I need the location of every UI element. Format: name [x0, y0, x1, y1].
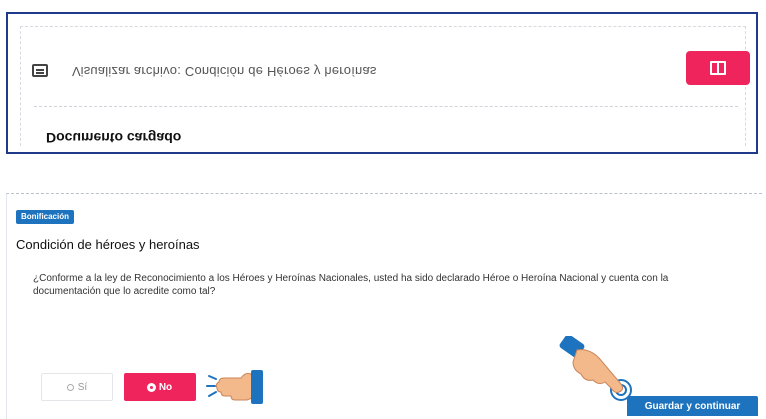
pointing-hand-icon: [206, 370, 263, 404]
bonificacion-panel: [6, 193, 762, 419]
file-icon: [32, 64, 48, 77]
tapping-hand-icon: [559, 336, 632, 401]
document-card-inner: [20, 26, 746, 146]
section-badge: Bonificación: [16, 210, 75, 224]
view-document-button[interactable]: [686, 51, 750, 85]
radio-label-no: No: [158, 381, 173, 393]
radio-option-no[interactable]: No: [124, 373, 196, 401]
radio-empty-icon: [66, 383, 74, 391]
save-continue-button[interactable]: Guardar y continuar: [627, 396, 758, 416]
document-card: Visualizar archivo: Condición de Héroes …: [6, 12, 758, 154]
section-title: Condición de héroes y heroínas: [16, 237, 200, 252]
radio-selected-icon: [147, 383, 155, 391]
book-icon: [710, 61, 726, 75]
question-text: ¿Conforme a la ley de Reconocimiento a l…: [33, 273, 669, 297]
radio-label-si: Sí: [77, 381, 88, 393]
document-title: Documento cargado: [46, 130, 182, 146]
radio-option-si[interactable]: Sí: [41, 373, 113, 401]
view-file-link[interactable]: Visualizar archivo: Condición de Héroes …: [72, 64, 377, 79]
divider: [34, 106, 738, 107]
